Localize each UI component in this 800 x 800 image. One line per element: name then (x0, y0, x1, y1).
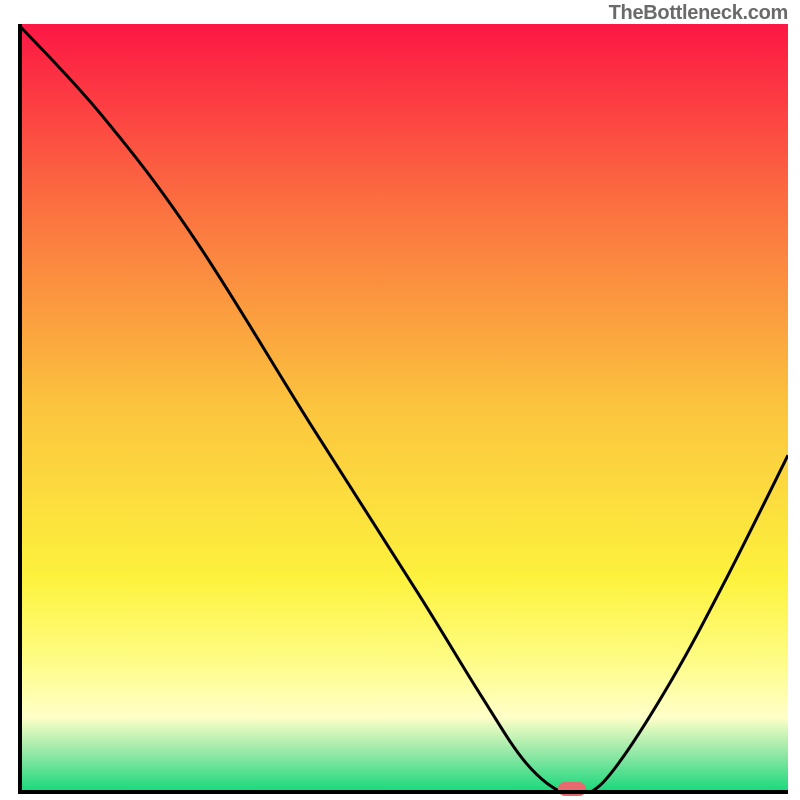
x-axis (18, 790, 788, 794)
bottleneck-curve-path (18, 24, 788, 794)
bottleneck-chart (18, 24, 788, 794)
chart-line-svg (18, 24, 788, 794)
watermark-text: TheBottleneck.com (609, 2, 788, 25)
y-axis (18, 24, 22, 794)
